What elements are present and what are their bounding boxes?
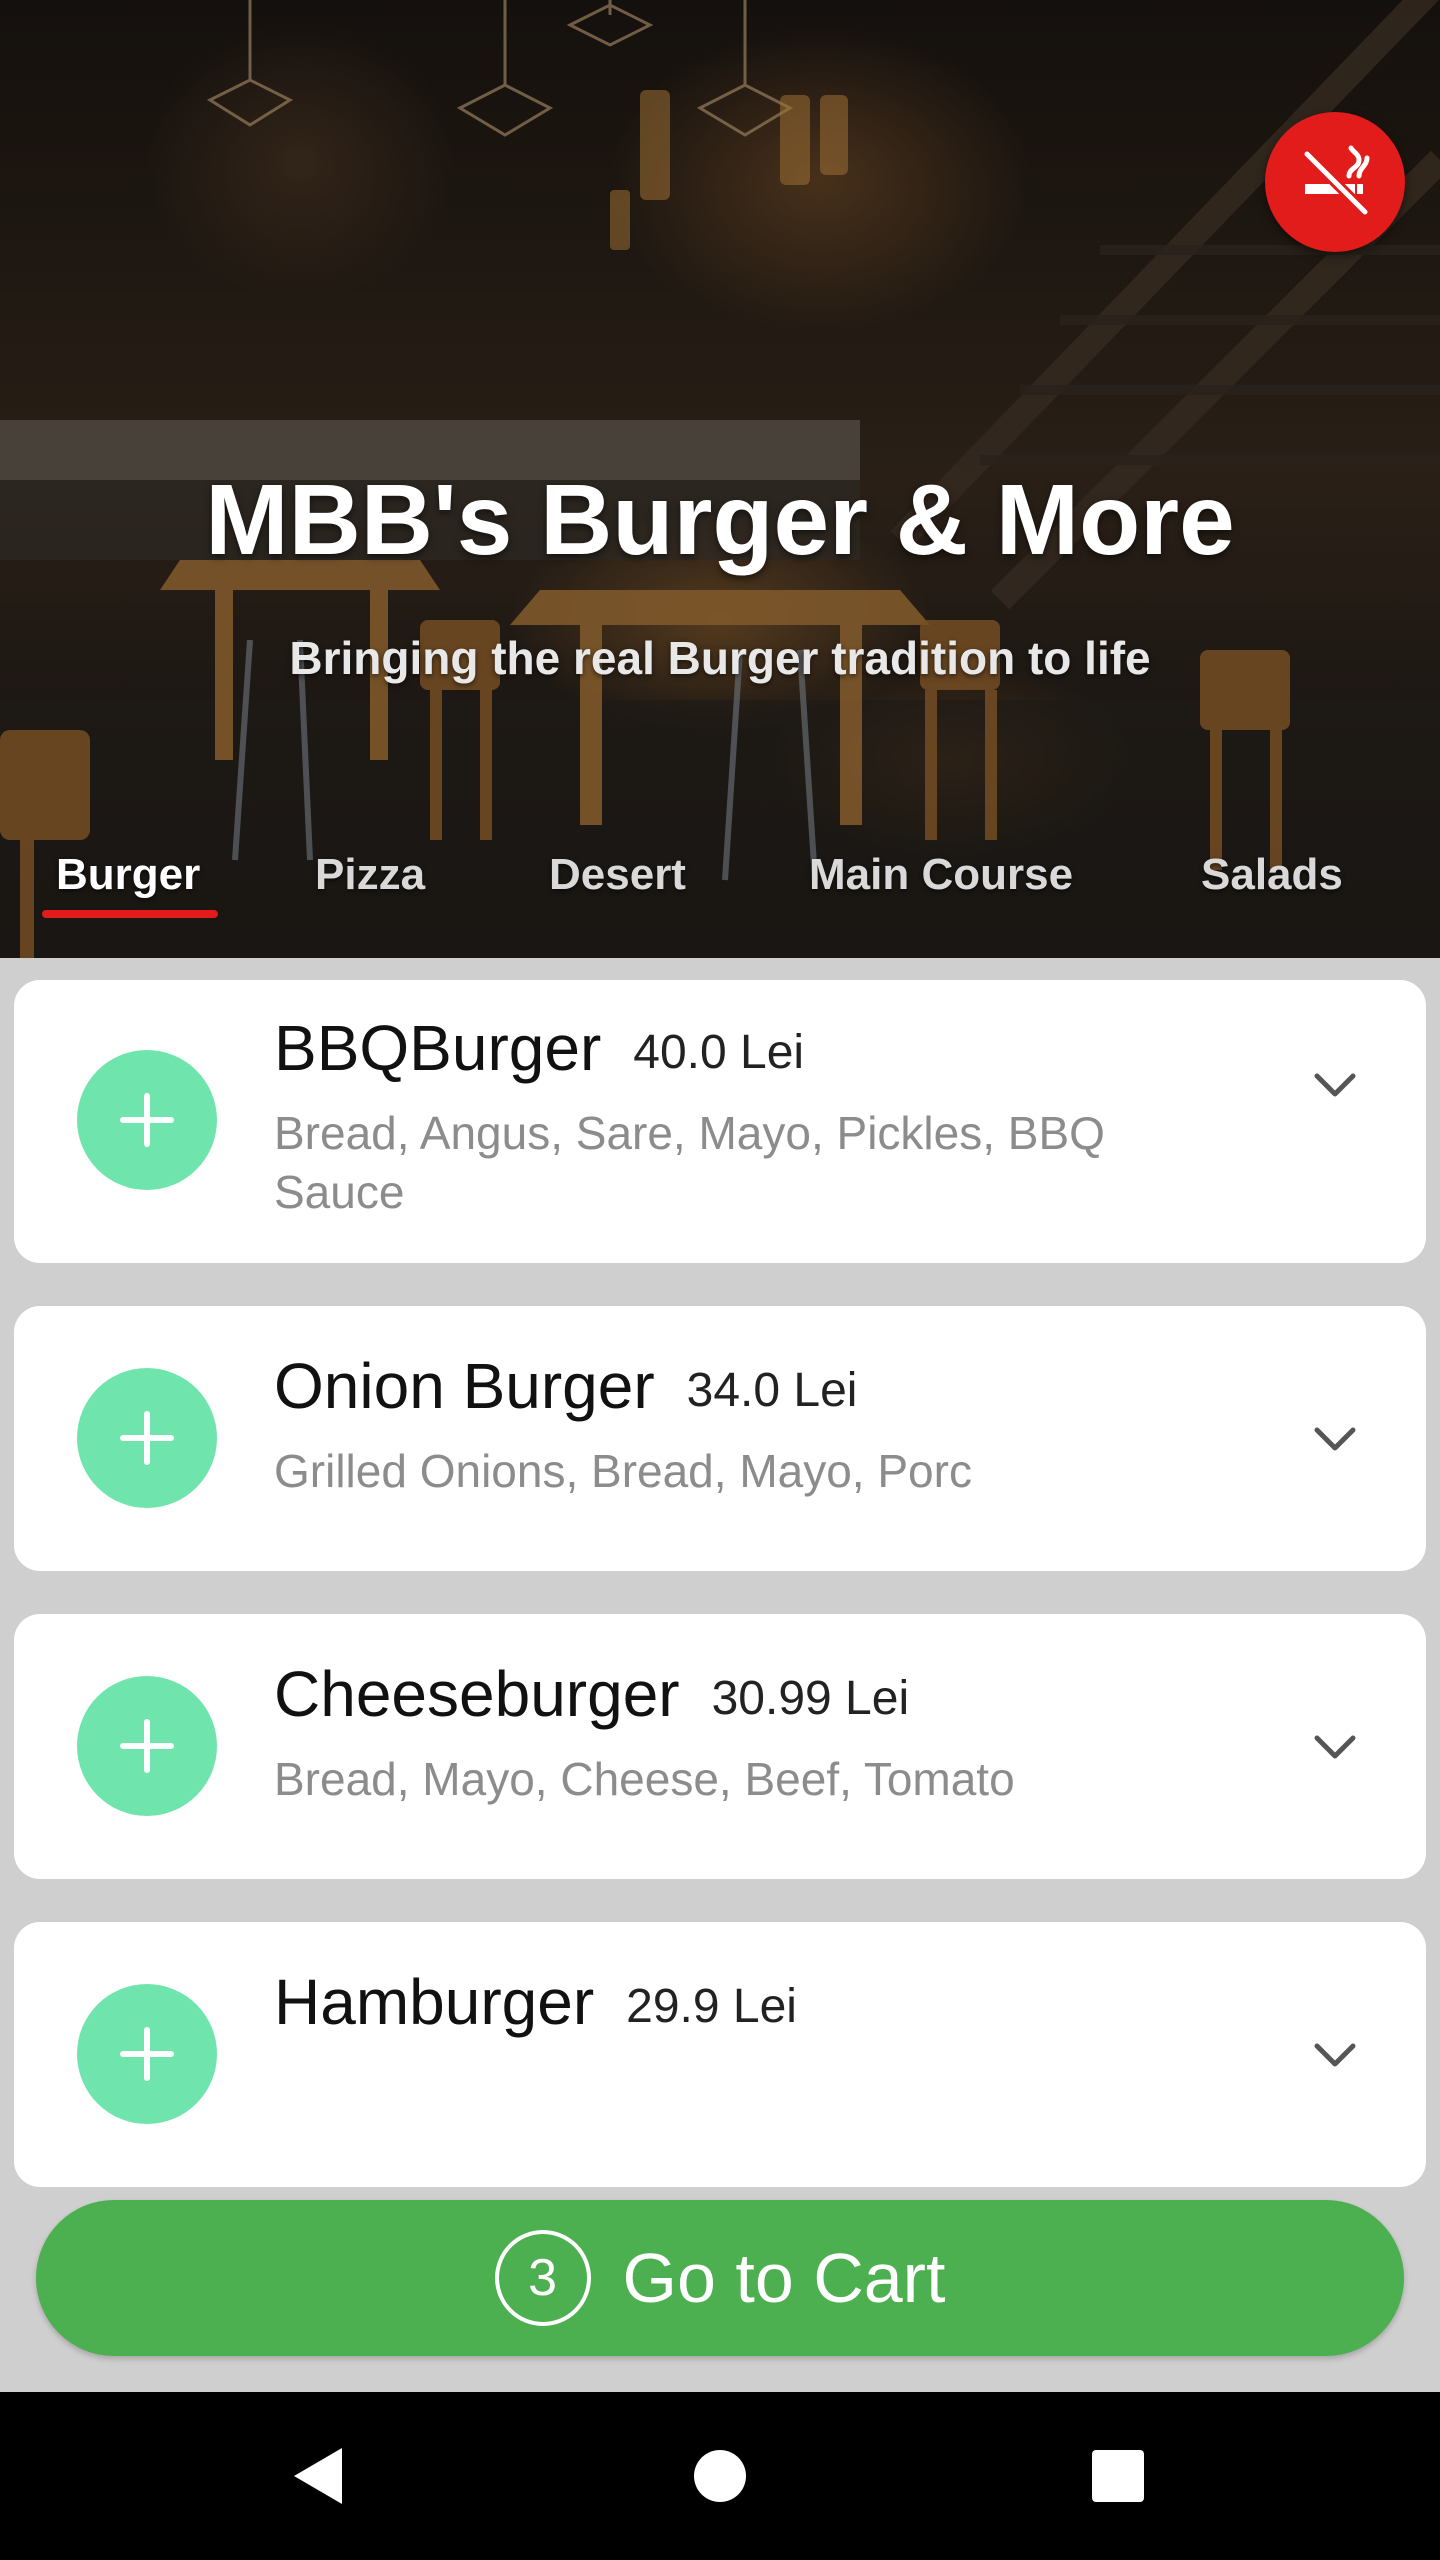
tab-main-course[interactable]: Main Course bbox=[809, 840, 1073, 910]
item-description: Bread, Angus, Sare, Mayo, Pickles, BBQ S… bbox=[274, 1107, 1105, 1218]
restaurant-tagline: Bringing the real Burger tradition to li… bbox=[289, 632, 1151, 684]
active-tab-indicator bbox=[42, 910, 218, 918]
item-description: Bread, Mayo, Cheese, Beef, Tomato bbox=[274, 1753, 1015, 1805]
item-description: Grilled Onions, Bread, Mayo, Porc bbox=[274, 1445, 972, 1497]
recents-square-icon bbox=[1092, 2450, 1144, 2502]
item-name: Onion Burger bbox=[274, 1350, 655, 1422]
add-to-cart-button[interactable] bbox=[77, 1050, 217, 1190]
nav-home-button[interactable] bbox=[636, 2392, 804, 2560]
tab-pizza[interactable]: Pizza bbox=[315, 840, 425, 910]
expand-button[interactable] bbox=[1310, 2030, 1360, 2080]
cart-count-badge: 3 bbox=[494, 2230, 591, 2326]
system-navigation-bar bbox=[0, 2392, 1440, 2560]
menu-item-card[interactable]: Onion Burger 34.0 Lei Grilled Onions, Bre… bbox=[14, 1306, 1426, 1571]
item-name-row: Hamburger 29.9 Lei bbox=[274, 1962, 797, 2047]
menu-item-card[interactable]: BBQBurger 40.0 Lei Bread, Angus, Sare, Ma… bbox=[14, 980, 1426, 1263]
tab-desert[interactable]: Desert bbox=[549, 840, 686, 910]
no-smoking-button[interactable] bbox=[1265, 112, 1405, 252]
expand-button[interactable] bbox=[1310, 1060, 1360, 1110]
plus-icon bbox=[120, 1411, 174, 1465]
chevron-down-icon bbox=[1314, 1073, 1356, 1097]
add-to-cart-button[interactable] bbox=[77, 1368, 217, 1508]
item-price: 29.9 Lei bbox=[626, 1980, 797, 2033]
plus-icon bbox=[120, 1093, 174, 1147]
no-smoking-icon bbox=[1301, 145, 1371, 218]
item-name-row: Cheeseburger 30.99 Lei bbox=[274, 1654, 909, 1739]
expand-button[interactable] bbox=[1310, 1722, 1360, 1772]
cart-button-label: Go to Cart bbox=[622, 2239, 946, 2317]
expand-button[interactable] bbox=[1310, 1414, 1360, 1464]
item-price: 40.0 Lei bbox=[633, 1026, 805, 1079]
menu-item-card[interactable]: Hamburger 29.9 Lei bbox=[14, 1922, 1426, 2187]
item-price: 34.0 Lei bbox=[686, 1364, 858, 1417]
restaurant-title: MBB's Burger & More bbox=[205, 464, 1235, 576]
chevron-down-icon bbox=[1314, 1427, 1356, 1451]
nav-recents-button[interactable] bbox=[1034, 2392, 1202, 2560]
chevron-down-icon bbox=[1314, 2043, 1356, 2067]
item-name: BBQBurger bbox=[274, 1012, 602, 1084]
home-circle-icon bbox=[694, 2450, 746, 2502]
category-tabs: Burger Pizza Desert Main Course Salads bbox=[0, 840, 1440, 920]
chevron-down-icon bbox=[1314, 1735, 1356, 1759]
plus-icon bbox=[120, 1719, 174, 1773]
plus-icon bbox=[120, 2027, 174, 2081]
back-triangle-icon bbox=[294, 2448, 342, 2504]
tab-salads[interactable]: Salads bbox=[1201, 840, 1343, 910]
item-name: Cheeseburger bbox=[274, 1658, 680, 1730]
go-to-cart-button[interactable]: 3 Go to Cart bbox=[36, 2200, 1404, 2356]
item-name-row: Onion Burger 34.0 Lei bbox=[274, 1346, 857, 1431]
tab-burger[interactable]: Burger bbox=[56, 840, 200, 910]
nav-back-button[interactable] bbox=[234, 2392, 402, 2560]
restaurant-hero: MBB's Burger & More Bringing the real Bu… bbox=[0, 0, 1440, 958]
add-to-cart-button[interactable] bbox=[77, 1676, 217, 1816]
menu-item-card[interactable]: Cheeseburger 30.99 Lei Bread, Mayo, Chees… bbox=[14, 1614, 1426, 1879]
item-name: Hamburger bbox=[274, 1966, 595, 2038]
add-to-cart-button[interactable] bbox=[77, 1984, 217, 2124]
item-name-row: BBQBurger 40.0 Lei bbox=[274, 1008, 804, 1093]
app-screen: MBB's Burger & More Bringing the real Bu… bbox=[0, 0, 1440, 2560]
item-price: 30.99 Lei bbox=[711, 1672, 910, 1725]
